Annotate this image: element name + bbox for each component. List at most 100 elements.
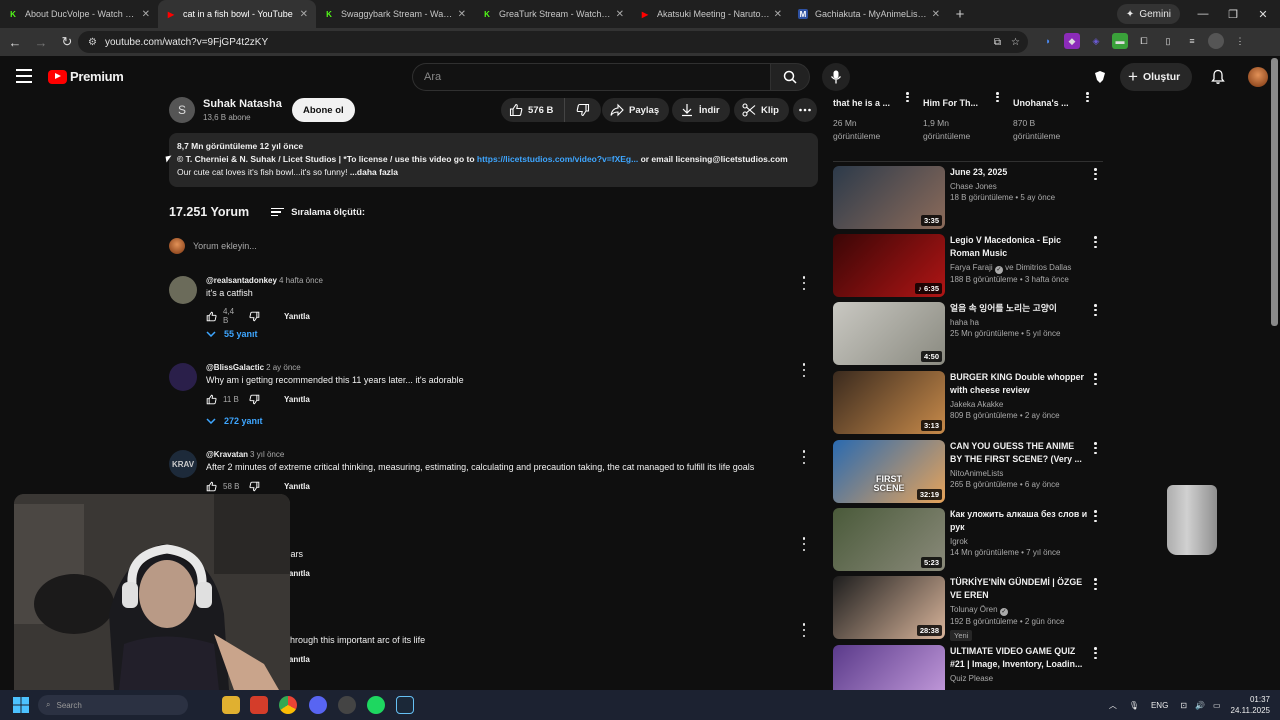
menu-icon[interactable]: ⋮ [1232, 33, 1248, 49]
profile-icon[interactable] [1208, 33, 1224, 49]
video-menu-icon[interactable] [1094, 304, 1097, 316]
browser-tab[interactable]: M Gachiakuta - MyAnimeList.net ✕ [790, 0, 948, 28]
browser-tab[interactable]: K About DucVolpe - Watch Live on ✕ [0, 0, 158, 28]
video-thumbnail[interactable]: 3:35 [833, 166, 945, 229]
commenter-avatar[interactable] [169, 276, 197, 304]
share-button[interactable]: Paylaş [602, 98, 670, 122]
close-tab-icon[interactable]: ✕ [616, 9, 624, 20]
playlist-icon[interactable]: ≡ [1184, 33, 1200, 49]
video-channel[interactable]: haha ha [950, 317, 1088, 328]
thumbs-down-icon[interactable] [249, 481, 260, 492]
battery-icon[interactable]: ▭ [1213, 701, 1221, 710]
show-more-link[interactable]: ...daha fazla [350, 167, 398, 177]
video-channel[interactable]: Chase Jones [950, 181, 1088, 192]
steam-icon[interactable] [396, 696, 414, 714]
close-tab-icon[interactable]: ✕ [300, 9, 308, 20]
recommended-video[interactable]: FIRST SCENE 32:19 CAN YOU GUESS THE ANIME … [833, 440, 1103, 504]
video-channel[interactable]: Tolunay Ören ✓ [950, 604, 1088, 616]
reload-icon[interactable]: ↻ [56, 31, 78, 53]
video-thumbnail[interactable]: 3:13 [833, 371, 945, 434]
address-bar[interactable]: ⚙ youtube.com/watch?v=9FjGP4t2zKY ⧉ ☆ [78, 31, 1028, 53]
download-button[interactable]: İndir [672, 98, 730, 122]
video-title[interactable]: 얼음 속 잉어를 노리는 고양이 [950, 302, 1088, 315]
recommended-video[interactable]: 5:23 Как уложить алкаша без слов и рук Igr… [833, 508, 1103, 572]
shelf-menu-icon[interactable] [906, 92, 909, 102]
notifications-bell-icon[interactable] [1210, 69, 1226, 85]
video-channel[interactable]: Quiz Please [950, 673, 1088, 684]
recommended-video[interactable]: 3:13 BURGER KING Double whopper with chee… [833, 371, 1103, 435]
extension-icon[interactable]: ◈ [1088, 33, 1104, 49]
comment-author[interactable]: @realsantadonkey [206, 276, 277, 285]
close-tab-icon[interactable]: ✕ [774, 9, 782, 20]
browser-tab[interactable]: K Swaggybark Stream - Watch Live ✕ [316, 0, 474, 28]
video-title[interactable]: Как уложить алкаша без слов и рук [950, 508, 1088, 534]
video-title[interactable]: CAN YOU GUESS THE ANIME BY THE FIRST SCE… [950, 440, 1088, 466]
spotify-icon[interactable] [367, 696, 385, 714]
gemini-button[interactable]: ✦ Gemini [1116, 4, 1180, 24]
maximize-icon[interactable]: ❐ [1218, 0, 1248, 28]
windows-start-icon[interactable] [13, 697, 29, 713]
chevron-up-icon[interactable]: ︿ [1109, 700, 1117, 711]
comment-menu-icon[interactable] [800, 537, 808, 551]
close-window-icon[interactable]: ✕ [1248, 0, 1278, 28]
view-replies-button[interactable]: 272 yanıt [206, 416, 263, 426]
reply-button[interactable]: Yanıtla [284, 482, 310, 491]
recommended-video[interactable]: ♪ 6:35 Legio V Macedonica - Epic Roman Mu… [833, 234, 1103, 298]
sort-button[interactable]: Sıralama ölçütü: [271, 207, 365, 218]
clip-button[interactable]: Klip [734, 98, 789, 122]
extension-icon[interactable]: ◆ [1064, 33, 1080, 49]
like-button[interactable]: 576 B [501, 98, 565, 122]
account-avatar[interactable] [1248, 67, 1269, 87]
comment-time[interactable]: 2 ay önce [266, 363, 301, 372]
video-title[interactable]: June 23, 2025 [950, 166, 1088, 179]
view-replies-button[interactable]: 55 yanıt [206, 329, 258, 339]
video-channel[interactable]: Farya Faraji ✓ ve Dimitrios Dallas [950, 262, 1088, 274]
recommended-video[interactable]: 28:38 TÜRKİYE'NİN GÜNDEMİ | ÖZGE VE EREN T… [833, 576, 1103, 641]
comment-author[interactable]: @Kravatan [206, 450, 248, 459]
minimize-icon[interactable]: — [1188, 0, 1218, 28]
install-icon[interactable]: ⧉ [994, 37, 1001, 48]
microphone-icon[interactable]: 🎙 [1129, 701, 1139, 710]
comment-menu-icon[interactable] [800, 276, 808, 290]
shelf-item-title[interactable]: Unohana's ... [1013, 98, 1069, 108]
voice-search-button[interactable] [822, 63, 850, 91]
video-title[interactable]: Legio V Macedonica - Epic Roman Music [950, 234, 1088, 260]
taskbar-search-input[interactable]: ⌕ Search [38, 695, 188, 715]
commenter-avatar[interactable]: KRAV [169, 450, 197, 478]
video-title[interactable]: ULTIMATE VIDEO GAME QUIZ #21 | Image, In… [950, 645, 1088, 671]
more-actions-button[interactable] [793, 98, 817, 122]
video-thumbnail[interactable]: 5:23 [833, 508, 945, 571]
comment-menu-icon[interactable] [800, 450, 808, 464]
channel-avatar[interactable]: S [169, 97, 195, 123]
chrome-icon[interactable] [279, 696, 297, 714]
video-description[interactable]: 8,7 Mn görüntüleme 12 yıl önce © T. Cher… [169, 133, 818, 187]
video-title[interactable]: BURGER KING Double whopper with cheese r… [950, 371, 1088, 397]
sidebar-icon[interactable]: ▯ [1160, 33, 1176, 49]
page-scrollbar[interactable] [1271, 58, 1278, 326]
discord-icon[interactable] [309, 696, 327, 714]
video-menu-icon[interactable] [1094, 373, 1097, 385]
license-link[interactable]: https://licetstudios.com/video?v=fXEg... [477, 154, 638, 164]
browser-tab[interactable]: ▶ Akatsuki Meeting - Naruto ep 1 ✕ [632, 0, 790, 28]
extension-icon[interactable]: ▬ [1112, 33, 1128, 49]
comment-menu-icon[interactable] [800, 363, 808, 377]
video-menu-icon[interactable] [1094, 168, 1097, 180]
reply-button[interactable]: Yanıtla [284, 395, 310, 404]
subscribe-button[interactable]: Abone ol [292, 98, 355, 122]
clock[interactable]: 01:37 24.11.2025 [1231, 694, 1270, 716]
video-menu-icon[interactable] [1094, 236, 1097, 248]
volume-icon[interactable]: 🔊 [1195, 701, 1205, 710]
video-thumbnail[interactable]: FIRST SCENE 32:19 [833, 440, 945, 503]
close-tab-icon[interactable]: ✕ [142, 9, 150, 20]
comment-menu-icon[interactable] [800, 623, 808, 637]
back-icon[interactable]: ← [4, 31, 26, 53]
bookmark-star-icon[interactable]: ☆ [1011, 37, 1020, 48]
close-tab-icon[interactable]: ✕ [458, 9, 466, 20]
video-thumbnail[interactable]: ♪ 6:35 [833, 234, 945, 297]
browser-tab[interactable]: K GreaTurk Stream - Watch Live o ✕ [474, 0, 632, 28]
video-channel[interactable]: Jakeka Akakke [950, 399, 1088, 410]
video-menu-icon[interactable] [1094, 647, 1097, 659]
shelf-menu-icon[interactable] [1086, 92, 1089, 102]
close-tab-icon[interactable]: ✕ [932, 9, 940, 20]
dislike-button[interactable] [565, 103, 601, 117]
